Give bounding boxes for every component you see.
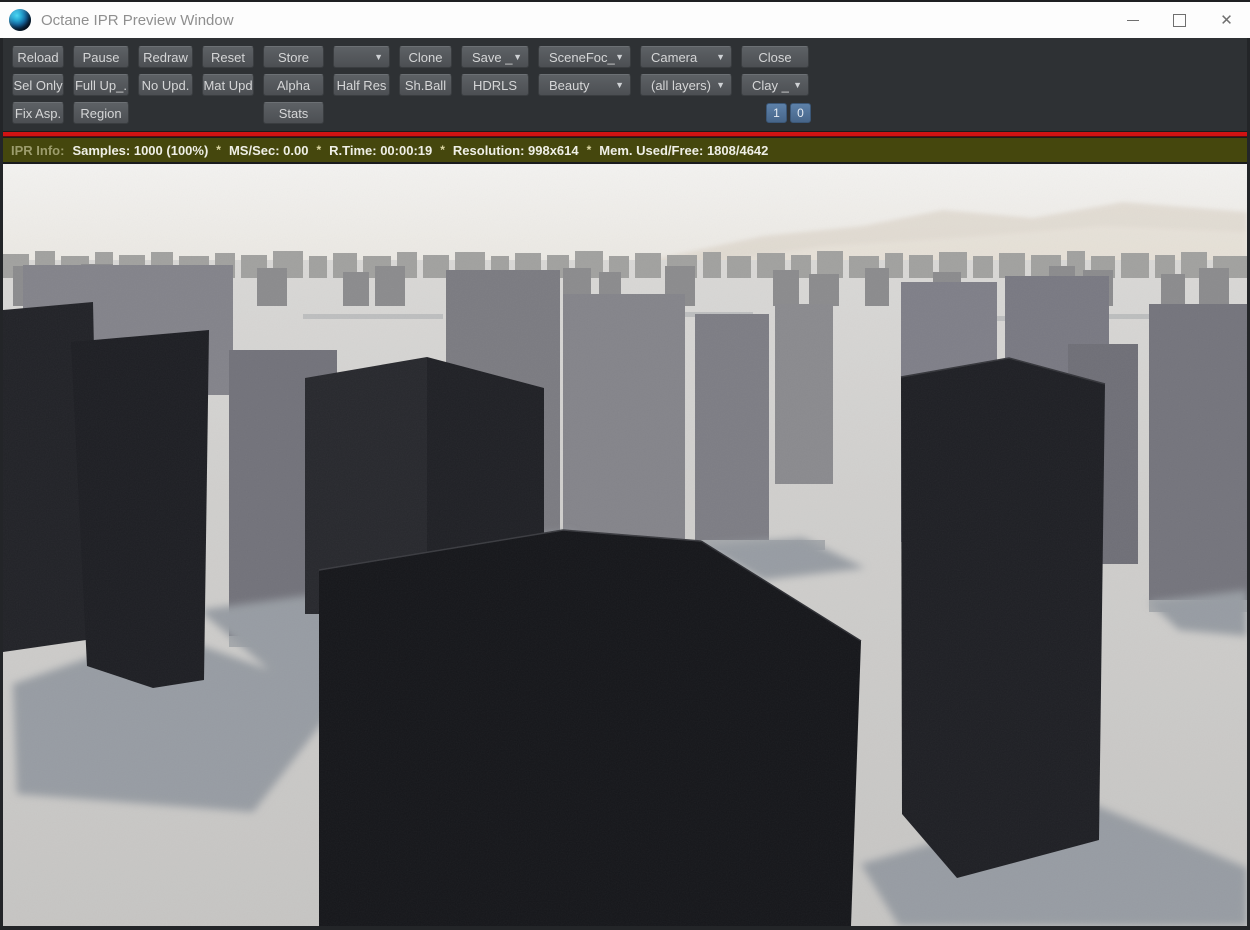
separator: * — [216, 143, 221, 157]
mat-update-button[interactable]: Mat Upd — [202, 74, 254, 96]
layers-dropdown[interactable]: (all layers) ▼ — [640, 74, 732, 96]
chevron-down-icon: ▼ — [716, 51, 725, 62]
half-res-button[interactable]: Half Res — [333, 74, 390, 96]
chevron-down-icon: ▼ — [513, 51, 522, 62]
title-bar[interactable]: Octane IPR Preview Window ✕ — [0, 0, 1250, 38]
toggle-zero-button[interactable]: 0 — [790, 103, 811, 123]
clone-button[interactable]: Clone — [399, 46, 452, 68]
memory-value: Mem. Used/Free: 1808/4642 — [599, 142, 769, 158]
close-button[interactable]: ✕ — [1203, 2, 1250, 38]
chevron-down-icon: ▼ — [374, 51, 383, 62]
octane-logo-icon — [9, 9, 31, 31]
render-progress-bar — [3, 131, 1247, 138]
redraw-button[interactable]: Redraw — [138, 46, 193, 68]
minimize-button[interactable] — [1109, 2, 1156, 38]
close-ipr-button[interactable]: Close — [741, 46, 809, 68]
minimize-icon — [1126, 19, 1139, 21]
ipr-info-label: IPR Info: — [11, 142, 65, 158]
stats-button[interactable]: Stats — [263, 102, 324, 124]
viewport-toggle-group: 1 0 — [766, 103, 811, 123]
render-noise-overlay — [3, 164, 1247, 926]
close-icon: ✕ — [1220, 11, 1233, 29]
save-dropdown[interactable]: Save _ ▼ — [461, 46, 529, 68]
separator: * — [440, 143, 445, 157]
toolbar: Reload Pause Redraw Reset Store ▼ Clone … — [3, 38, 1247, 131]
alpha-button[interactable]: Alpha — [263, 74, 324, 96]
window-controls: ✕ — [1109, 2, 1250, 38]
chevron-down-icon: ▼ — [716, 79, 725, 90]
store-button[interactable]: Store — [263, 46, 324, 68]
separator: * — [586, 143, 592, 157]
toggle-one-button[interactable]: 1 — [766, 103, 787, 123]
render-time-value: R.Time: 00:00:19 — [329, 142, 433, 158]
store-slot-dropdown[interactable]: ▼ — [333, 46, 390, 68]
region-button[interactable]: Region — [73, 102, 129, 124]
scene-focus-dropdown[interactable]: SceneFoc_ ▼ — [538, 46, 631, 68]
chevron-down-icon: ▼ — [793, 79, 802, 90]
maximize-icon — [1173, 13, 1186, 27]
render-viewport[interactable] — [3, 164, 1247, 926]
separator: * — [316, 143, 322, 157]
fix-aspect-button[interactable]: Fix Asp. — [12, 102, 64, 124]
window-title: Octane IPR Preview Window — [41, 11, 234, 29]
reset-button[interactable]: Reset — [202, 46, 254, 68]
pause-button[interactable]: Pause — [73, 46, 129, 68]
shader-ball-button[interactable]: Sh.Ball — [399, 74, 452, 96]
rendered-scene — [3, 164, 1247, 926]
clay-mode-dropdown[interactable]: Clay _ ▼ — [741, 74, 809, 96]
no-update-button[interactable]: No Upd. — [138, 74, 193, 96]
octane-ipr-window: Octane IPR Preview Window ✕ Reload Pause… — [0, 0, 1250, 930]
maximize-button[interactable] — [1156, 2, 1203, 38]
resolution-value: Resolution: 998x614 — [452, 142, 579, 158]
reload-button[interactable]: Reload — [12, 46, 64, 68]
render-pass-dropdown[interactable]: Beauty ▼ — [538, 74, 631, 96]
hdrls-button[interactable]: HDRLS — [461, 74, 529, 96]
camera-dropdown[interactable]: Camera ▼ — [640, 46, 732, 68]
chevron-down-icon: ▼ — [615, 79, 624, 90]
ms-sec-value: MS/Sec: 0.00 — [228, 142, 309, 158]
full-update-button[interactable]: Full Up_. — [73, 74, 129, 96]
samples-value: Samples: 1000 (100%) — [72, 142, 209, 158]
chevron-down-icon: ▼ — [615, 51, 624, 62]
sel-only-button[interactable]: Sel Only — [12, 74, 64, 96]
ipr-info-bar: IPR Info: Samples: 1000 (100%) * MS/Sec:… — [3, 138, 1247, 162]
toolbar-grid: Reload Pause Redraw Reset Store ▼ Clone … — [12, 46, 809, 124]
